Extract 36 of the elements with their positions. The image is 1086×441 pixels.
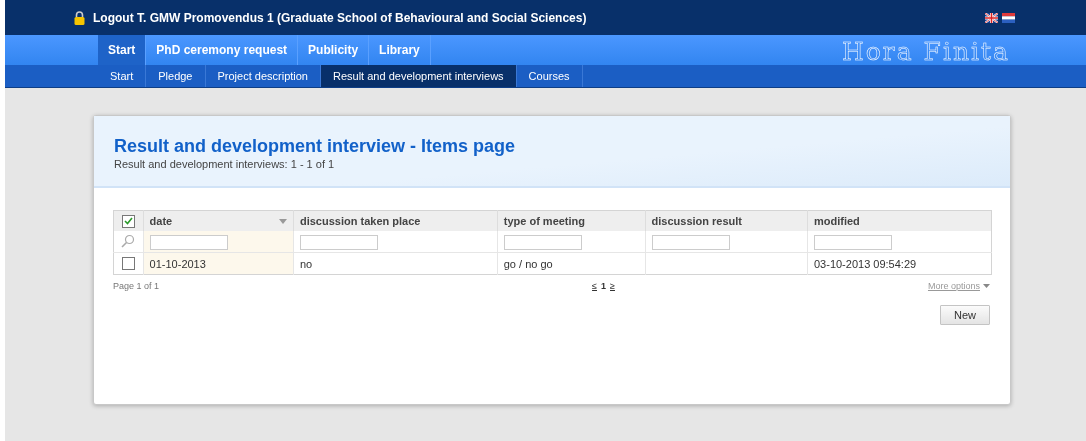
page-subtitle: Result and development interviews: 1 - 1 of 1 <box>114 158 336 170</box>
table-cell: 01-10-2013 <box>149 257 206 270</box>
logo: Hora Finita <box>841 37 1010 65</box>
subnav-tab[interactable]: Result and development interviews <box>321 65 517 87</box>
new-button[interactable]: New <box>940 305 990 325</box>
filter-field[interactable] <box>299 234 378 250</box>
column-header[interactable]: modified <box>807 210 992 231</box>
uk-flag-icon[interactable] <box>985 12 998 23</box>
sort-icon <box>278 218 287 224</box>
search-icon <box>121 233 136 248</box>
filter-field[interactable] <box>503 234 582 250</box>
padlock-icon <box>74 10 85 25</box>
subnav-tab[interactable]: Courses <box>516 65 583 87</box>
column-header[interactable]: type of meeting <box>497 210 646 231</box>
filter-field[interactable] <box>149 234 228 250</box>
column-header[interactable]: discussion taken place <box>293 210 498 231</box>
logout-link[interactable]: Logout T. GMW Promovendus 1 (Graduate School of Behavioural and Social Sciences) <box>93 10 587 25</box>
table-cell: 03-10-2013 09:54:29 <box>814 257 917 270</box>
caret-icon <box>983 284 990 288</box>
table-cell: no <box>299 257 313 270</box>
page-title: Result and development interview - Items page <box>114 136 517 157</box>
subnav-tab[interactable]: Pledge <box>146 65 206 87</box>
filter-field[interactable] <box>814 234 892 250</box>
previous-page-link[interactable]: ≤ <box>592 281 597 291</box>
column-header[interactable]: discussion result <box>645 210 808 231</box>
table-cell: go / no go <box>503 257 553 270</box>
filter-field[interactable] <box>651 234 730 250</box>
select-all-checkbox[interactable] <box>121 214 135 228</box>
current-page: 1 <box>601 281 606 291</box>
next-page-link[interactable]: ≥ <box>610 281 615 291</box>
subnav-tab[interactable]: Start <box>98 65 147 87</box>
page-info: Page 1 of 1 <box>113 281 160 291</box>
column-header[interactable]: date <box>143 210 294 231</box>
row-checkbox[interactable] <box>121 257 135 271</box>
nav-tab[interactable]: Start <box>98 35 147 65</box>
dutch-flag-icon[interactable] <box>1002 12 1015 23</box>
